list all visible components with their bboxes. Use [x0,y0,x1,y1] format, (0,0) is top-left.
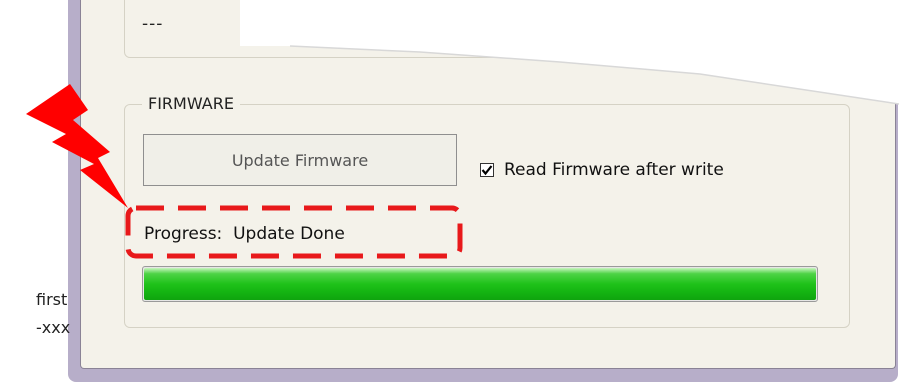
update-firmware-button[interactable]: Update Firmware [143,134,457,186]
top-group-box [124,0,866,58]
checkmark-icon [481,165,493,176]
side-annotation-line-2: -xxx [36,318,71,337]
read-after-write-checkbox[interactable] [480,163,494,177]
screenshot-stage: --- FIRMWARE Update Firmware Read Firmwa… [0,0,899,382]
top-group-value: --- [142,14,164,34]
firmware-group-title: FIRMWARE [142,94,240,113]
progress-status: Update Done [233,224,345,244]
progress-bar-fill [144,268,816,300]
progress-bar [142,266,818,302]
progress-prefix: Progress: [144,224,223,244]
side-annotation-line-1: first [36,290,68,309]
read-after-write-option[interactable]: Read Firmware after write [480,160,724,180]
progress-label: Progress: Update Done [144,224,345,244]
read-after-write-label: Read Firmware after write [504,160,724,180]
